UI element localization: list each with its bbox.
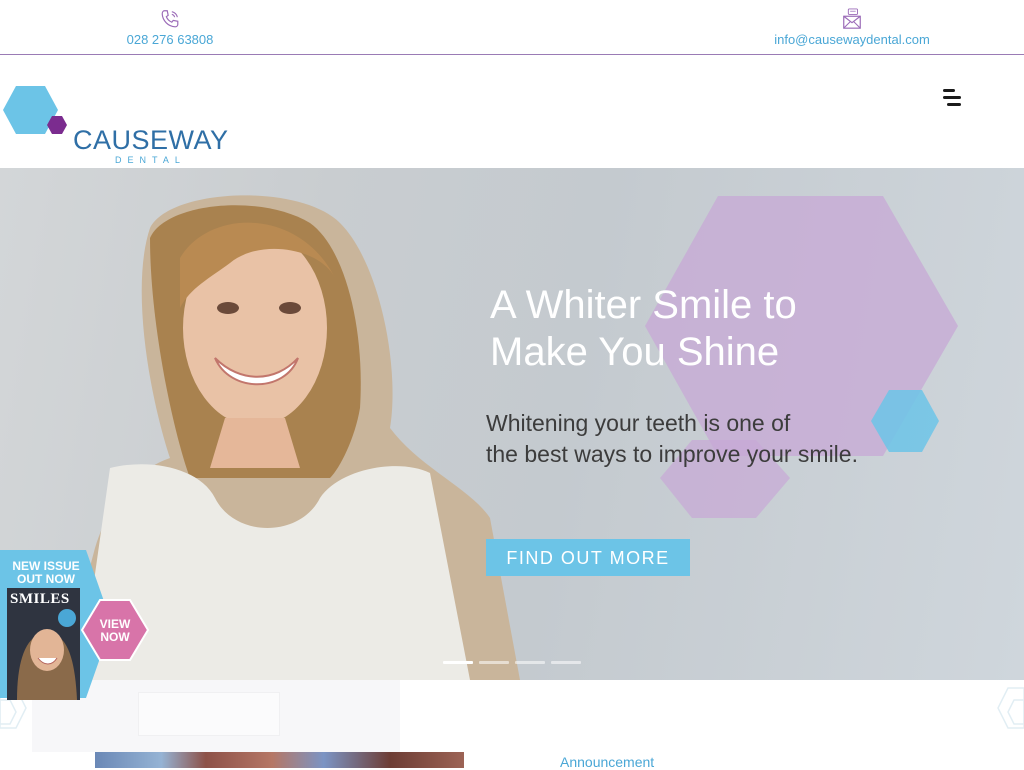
- view-now-line-2: NOW: [100, 630, 130, 644]
- slide-dot-2[interactable]: [479, 661, 509, 664]
- hero-title: A Whiter Smile to Make You Shine: [490, 282, 910, 376]
- phone-icon: [161, 10, 179, 28]
- hero-subtitle-line-2: the best ways to improve your smile.: [486, 441, 858, 467]
- new-issue-line-2: OUT NOW: [17, 572, 75, 586]
- email-address: info@causewaydental.com: [774, 32, 930, 47]
- logo-subtitle: DENTAL: [115, 155, 186, 165]
- magazine-title: SMILES: [10, 591, 70, 607]
- logo-wordmark: CAUSEWAY: [73, 125, 229, 155]
- hexagon-pattern-right-icon: [997, 687, 1024, 729]
- new-issue-label: NEW ISSUE OUT NOW: [6, 560, 86, 586]
- phone-number: 028 276 63808: [126, 32, 214, 47]
- logo-hexagon-icon: [3, 86, 67, 134]
- hero-subtitle-line-1: Whitening your teeth is one of: [486, 410, 791, 436]
- slide-dot-3[interactable]: [515, 661, 545, 664]
- slide-dot-1[interactable]: [443, 661, 473, 664]
- find-out-more-button[interactable]: FIND OUT MORE: [486, 539, 690, 576]
- magazine-promo[interactable]: NEW ISSUE OUT NOW SMILES VIEW NOW: [0, 548, 160, 704]
- practice-photo: [95, 752, 464, 768]
- contact-bar: 028 276 63808 info@causewaydental.com: [0, 0, 1024, 55]
- hamburger-menu-icon[interactable]: [940, 87, 966, 109]
- hero-subtitle: Whitening your teeth is one of the best …: [486, 408, 926, 470]
- phone-link[interactable]: 028 276 63808: [110, 8, 230, 48]
- email-link[interactable]: info@causewaydental.com: [752, 8, 952, 48]
- mail-icon: [843, 8, 861, 29]
- slide-dot-4[interactable]: [551, 661, 581, 664]
- new-issue-line-1: NEW ISSUE: [12, 559, 80, 573]
- view-now-line-1: VIEW: [99, 617, 131, 631]
- causeway-dental-logo[interactable]: CAUSEWAY DENTAL: [0, 83, 228, 165]
- view-now-label[interactable]: VIEW NOW: [85, 618, 145, 644]
- hero-title-line-2: Make You Shine: [490, 330, 780, 374]
- magazine-cover[interactable]: SMILES: [7, 588, 80, 700]
- site-header: CAUSEWAY DENTAL: [0, 55, 1024, 168]
- hero-title-line-1: A Whiter Smile to: [490, 283, 797, 327]
- slider-pagination: [443, 651, 587, 664]
